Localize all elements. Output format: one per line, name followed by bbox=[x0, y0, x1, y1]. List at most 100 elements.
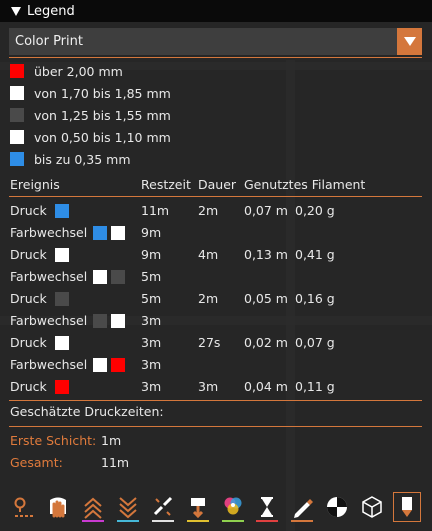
event-color-swatch bbox=[93, 226, 107, 240]
legend-swatch bbox=[10, 152, 24, 166]
center-of-gravity-button[interactable] bbox=[323, 492, 351, 522]
center-of-gravity-icon bbox=[327, 497, 347, 517]
tool-changes-color-bar bbox=[187, 520, 209, 522]
duration: 2m bbox=[198, 203, 219, 218]
total-value: 11m bbox=[101, 455, 130, 470]
view-type-value: Color Print bbox=[15, 34, 83, 49]
divider bbox=[9, 57, 422, 58]
legend-item: bis zu 0,35 mm bbox=[10, 151, 131, 167]
filament-weight: 0,07 g bbox=[295, 335, 335, 350]
legend-item-label: von 0,50 bis 1,10 mm bbox=[34, 129, 171, 145]
shells-button[interactable] bbox=[358, 492, 386, 522]
remaining-time: 5m bbox=[141, 291, 162, 306]
event-color-swatch bbox=[111, 358, 125, 372]
filament-weight: 0,16 g bbox=[295, 291, 335, 306]
seams-icon bbox=[153, 496, 173, 516]
view-type-select[interactable]: Color Print bbox=[9, 28, 422, 55]
first-layer-value: 1m bbox=[101, 433, 122, 448]
filament-length: 0,02 m bbox=[244, 335, 288, 350]
wipe-button[interactable] bbox=[44, 492, 72, 522]
table-row: Druck 3m 3m 0,04 m 0,11 g bbox=[0, 377, 432, 397]
filament-length: 0,13 m bbox=[244, 247, 288, 262]
shells-icon bbox=[362, 496, 382, 518]
remaining-time: 11m bbox=[141, 203, 170, 218]
table-row: Druck 11m 2m 0,07 m 0,20 g bbox=[0, 201, 432, 221]
pause-hourglass-icon bbox=[261, 497, 273, 517]
tool-changes-button[interactable] bbox=[184, 492, 212, 522]
column-header-remaining: Restzeit bbox=[141, 177, 191, 192]
event-color-swatch bbox=[55, 248, 69, 262]
travel-moves-icon bbox=[14, 497, 33, 517]
legend-item: über 2,00 mm bbox=[10, 63, 123, 79]
column-header-duration: Dauer bbox=[198, 177, 237, 192]
event-color-swatch bbox=[111, 270, 125, 284]
seams-color-bar bbox=[152, 520, 174, 522]
filament-weight: 0,11 g bbox=[295, 379, 335, 394]
event-name: Farbwechsel bbox=[10, 357, 88, 372]
event-color-swatch bbox=[111, 226, 125, 240]
collapse-triangle-icon[interactable] bbox=[11, 6, 21, 16]
legend-title: Legend bbox=[27, 3, 75, 19]
divider bbox=[9, 196, 422, 197]
deretractions-icon bbox=[119, 497, 137, 519]
remaining-time: 5m bbox=[141, 269, 162, 284]
event-color-swatch bbox=[55, 204, 69, 218]
duration: 3m bbox=[198, 379, 219, 394]
legend-swatch bbox=[10, 86, 24, 100]
filament-length: 0,05 m bbox=[244, 291, 288, 306]
color-changes-icon bbox=[224, 497, 242, 515]
event-name: Druck bbox=[10, 291, 47, 306]
table-row: Farbwechsel 3m bbox=[0, 311, 432, 331]
deretractions-button[interactable] bbox=[114, 492, 142, 522]
event-name: Farbwechsel bbox=[10, 225, 88, 240]
total-label: Gesamt: bbox=[10, 455, 63, 470]
event-name: Farbwechsel bbox=[10, 269, 88, 284]
color-changes-button[interactable] bbox=[219, 492, 247, 522]
tool-marker-icon bbox=[402, 497, 412, 517]
seams-button[interactable] bbox=[149, 492, 177, 522]
legend-swatch bbox=[10, 64, 24, 78]
table-row: Farbwechsel 5m bbox=[0, 267, 432, 287]
duration: 2m bbox=[198, 291, 219, 306]
legend-item-label: über 2,00 mm bbox=[34, 63, 123, 79]
event-name: Druck bbox=[10, 335, 47, 350]
legend-item-label: bis zu 0,35 mm bbox=[34, 151, 131, 167]
event-color-swatch bbox=[55, 292, 69, 306]
custom-gcode-icon bbox=[294, 499, 313, 518]
table-row: Farbwechsel 3m bbox=[0, 355, 432, 375]
legend-item-label: von 1,70 bis 1,85 mm bbox=[34, 85, 171, 101]
remaining-time: 3m bbox=[141, 357, 162, 372]
event-color-swatch bbox=[55, 336, 69, 350]
estimates-heading: Geschätzte Druckzeiten: bbox=[10, 404, 164, 419]
custom-gcode-button[interactable] bbox=[288, 492, 316, 522]
tool-marker-button[interactable] bbox=[393, 492, 421, 522]
event-name: Druck bbox=[10, 247, 47, 262]
event-color-swatch bbox=[93, 270, 107, 284]
retractions-button[interactable] bbox=[79, 492, 107, 522]
legend-item: von 1,70 bis 1,85 mm bbox=[10, 85, 171, 101]
pause-button[interactable] bbox=[253, 492, 281, 522]
column-header-filament: Genutztes Filament bbox=[244, 177, 366, 192]
table-row: Druck 5m 2m 0,05 m 0,16 g bbox=[0, 289, 432, 309]
table-row: Druck 9m 4m 0,13 m 0,41 g bbox=[0, 245, 432, 265]
custom-gcode-color-bar bbox=[291, 520, 313, 522]
event-color-swatch bbox=[111, 314, 125, 328]
travel-moves-button[interactable] bbox=[10, 492, 38, 522]
remaining-time: 9m bbox=[141, 247, 162, 262]
remaining-time: 9m bbox=[141, 225, 162, 240]
remaining-time: 3m bbox=[141, 335, 162, 350]
dropdown-arrow-icon[interactable] bbox=[397, 28, 422, 55]
legend-item-label: von 1,25 bis 1,55 mm bbox=[34, 107, 171, 123]
table-row: Farbwechsel 9m bbox=[0, 223, 432, 243]
color-changes-color-bar bbox=[222, 520, 244, 522]
duration: 4m bbox=[198, 247, 219, 262]
event-name: Farbwechsel bbox=[10, 313, 88, 328]
divider bbox=[9, 400, 422, 401]
legend-title-bar[interactable]: Legend bbox=[0, 0, 432, 22]
pause-color-bar bbox=[256, 520, 278, 522]
legend-panel: Legend Color Print über 2,00 mm von 1,70… bbox=[0, 0, 432, 531]
divider bbox=[9, 426, 422, 427]
table-row: Druck 3m 27s 0,02 m 0,07 g bbox=[0, 333, 432, 353]
legend-swatch bbox=[10, 130, 24, 144]
wipe-hand-icon bbox=[50, 497, 66, 518]
